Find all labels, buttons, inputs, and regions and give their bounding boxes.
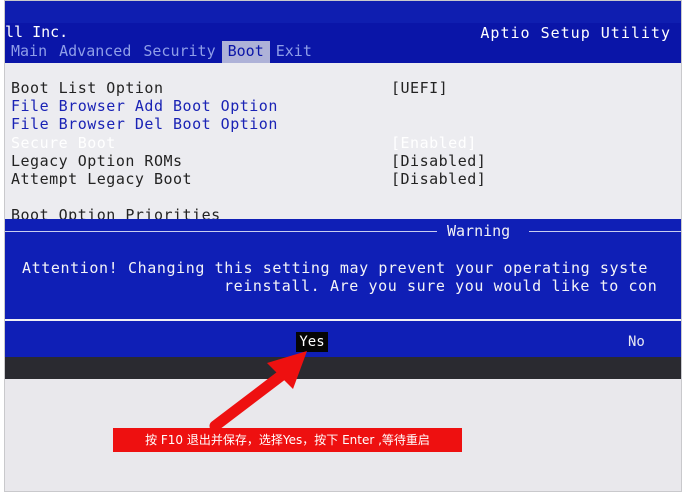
menu-item-label: Secure Boot (11, 134, 116, 152)
tab-security[interactable]: Security (137, 41, 221, 63)
instruction-note: 按 F10 退出并保存，选择Yes，按下 Enter ,等待重启 (113, 428, 462, 452)
dialog-title: Warning (447, 222, 511, 240)
tab-main[interactable]: Main (5, 41, 53, 63)
tab-exit[interactable]: Exit (270, 41, 318, 63)
warning-dialog: Warning Attention! Changing this setting… (5, 219, 681, 357)
title-rule-right (529, 231, 681, 232)
menu-item-value: [Disabled] (391, 170, 487, 188)
dialog-divider (5, 319, 681, 321)
menu-item-label: Legacy Option ROMs (11, 152, 183, 170)
no-button[interactable]: No (628, 332, 645, 352)
screen-bezel-bar (5, 357, 681, 379)
menu-item-value: [Disabled] (391, 152, 487, 170)
vendor-name: ll Inc. (5, 23, 69, 41)
tab-advanced[interactable]: Advanced (53, 41, 137, 63)
title-rule-left (5, 231, 437, 232)
utility-title: Aptio Setup Utility (480, 24, 671, 42)
menu-item-label: Attempt Legacy Boot (11, 170, 193, 188)
tab-boot[interactable]: Boot (221, 41, 270, 63)
dialog-message-line-1: Attention! Changing this setting may pre… (22, 259, 648, 277)
menu-item-label: File Browser Del Boot Option (11, 115, 278, 133)
menu-item-label: Boot List Option (11, 79, 164, 97)
menu-item-label: File Browser Add Boot Option (11, 97, 278, 115)
tab-bar: Main Advanced Security Boot Exit (5, 41, 318, 63)
bios-screen-photo: ll Inc. Aptio Setup Utility Main Advance… (4, 0, 682, 492)
menu-item-value: [Enabled] (391, 134, 477, 152)
menu-item-value: [UEFI] (391, 79, 449, 97)
yes-button[interactable]: Yes (296, 332, 328, 352)
dialog-message-line-2: reinstall. Are you sure you would like t… (224, 277, 658, 295)
